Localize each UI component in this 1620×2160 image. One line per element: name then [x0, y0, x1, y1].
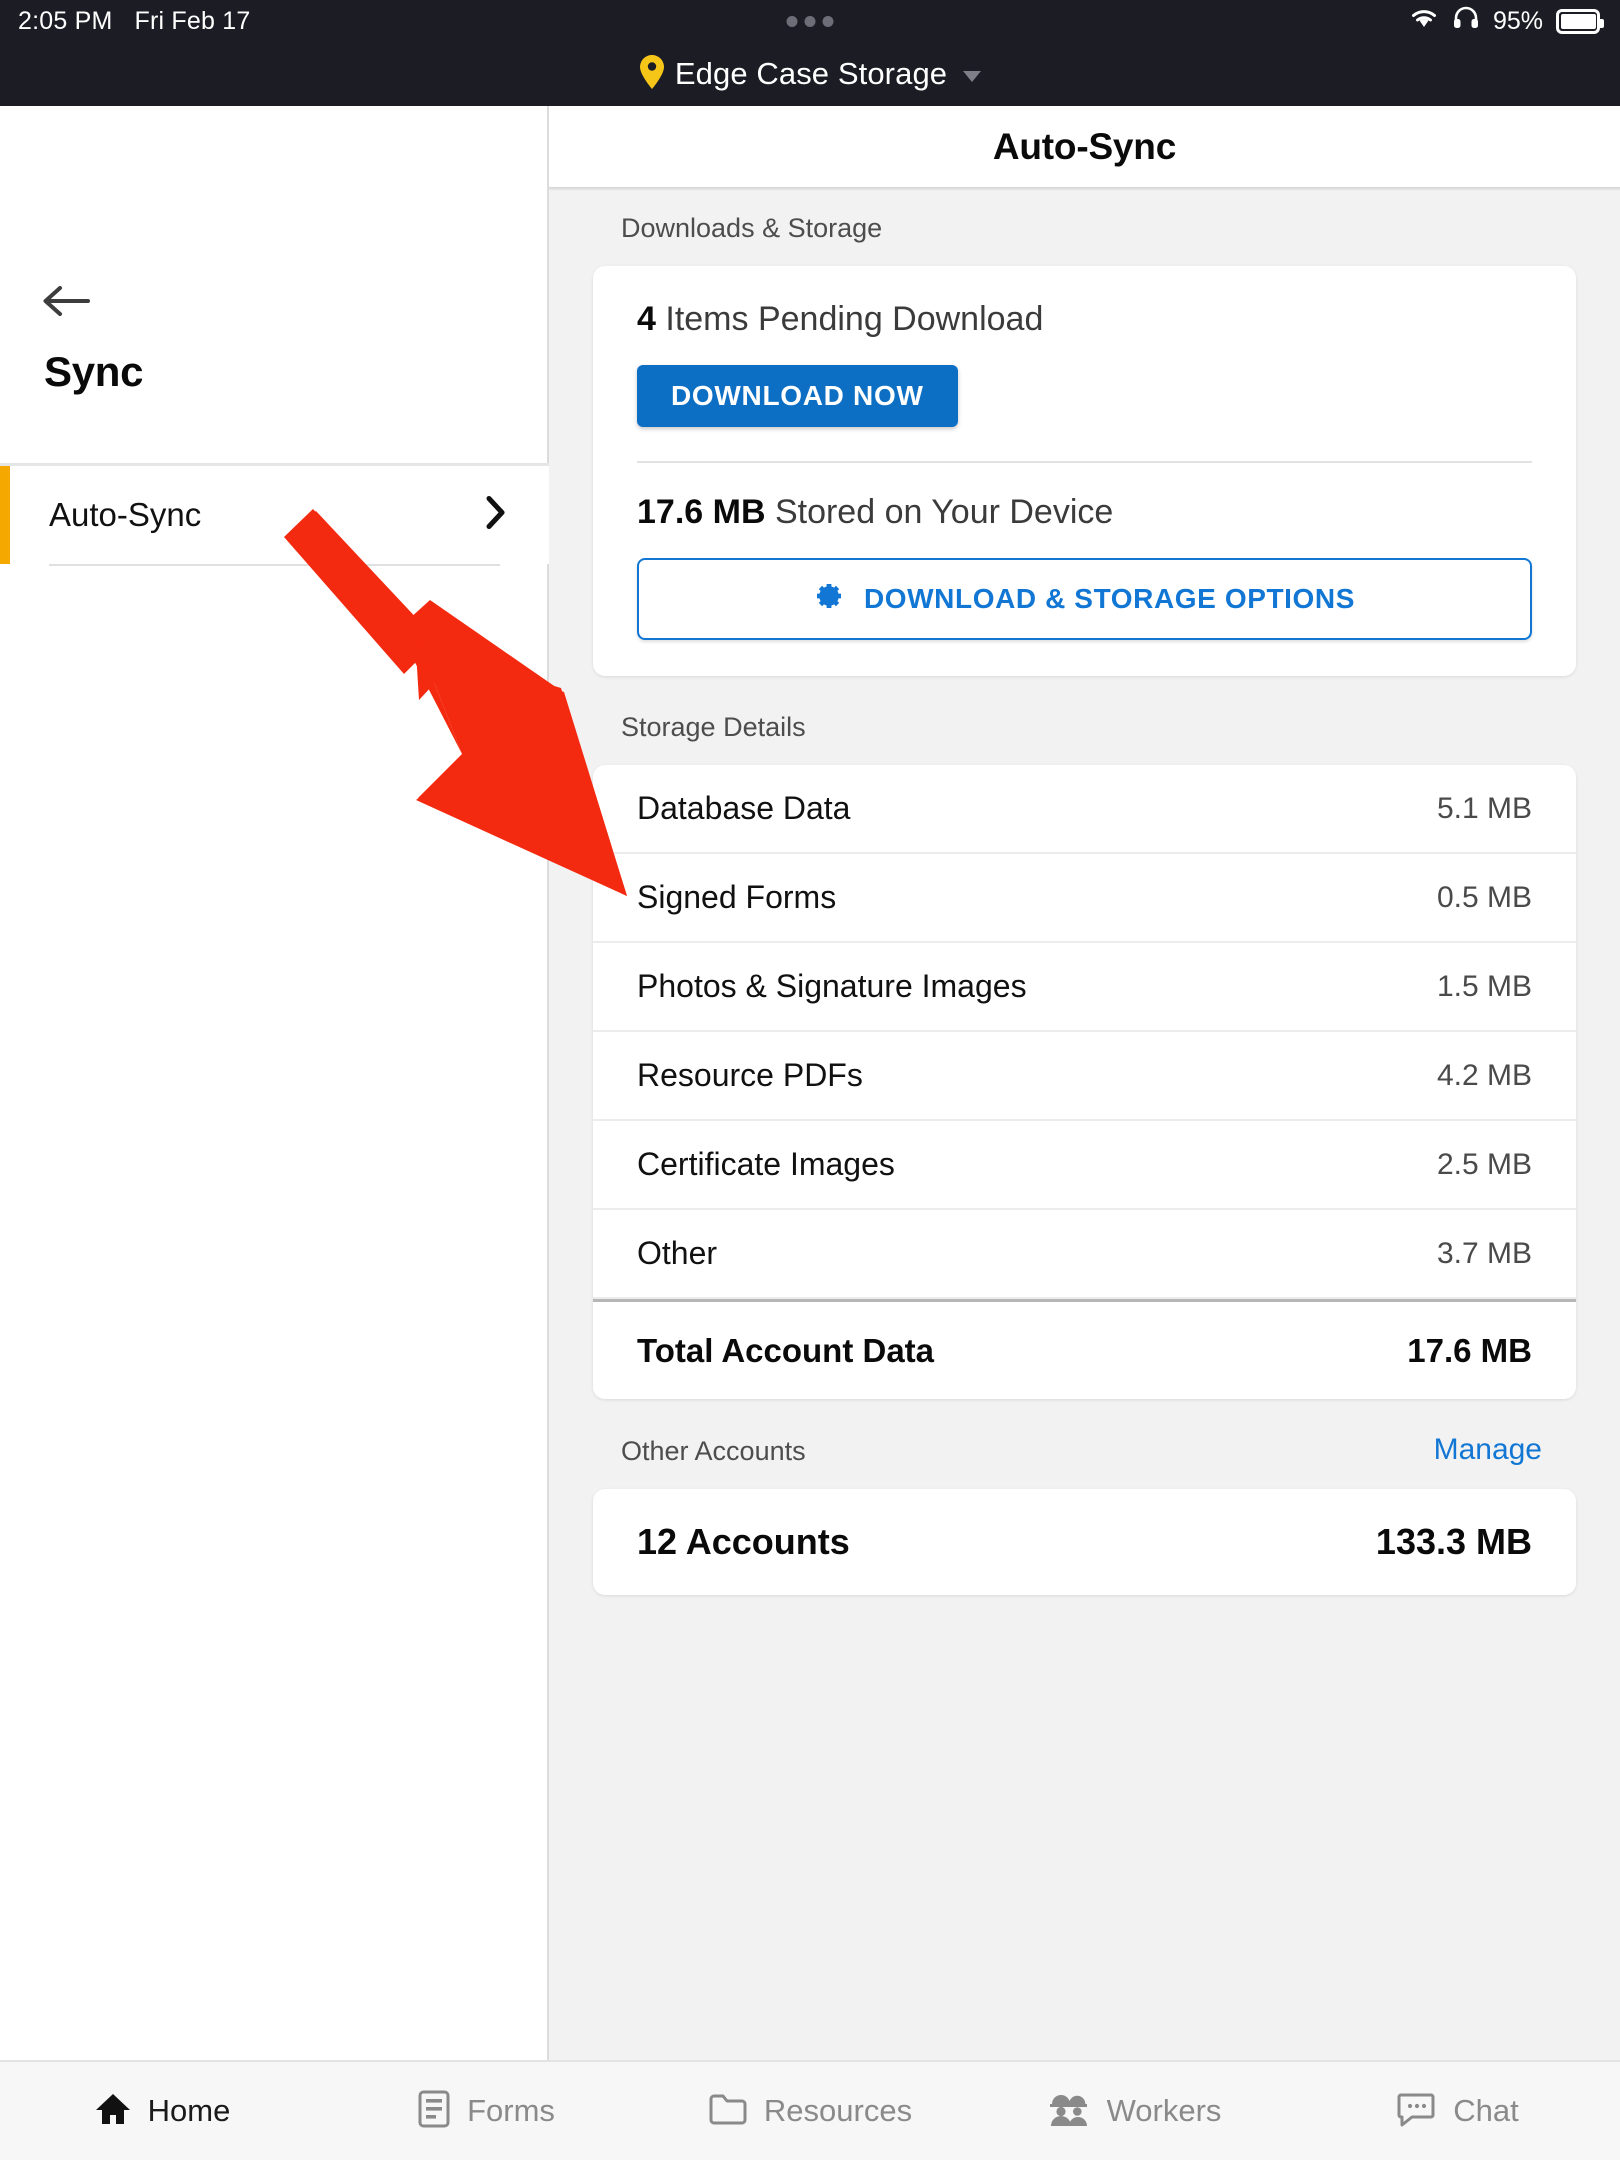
workspace-title: Edge Case Storage	[674, 56, 948, 91]
row-size: 3.7 MB	[1436, 1236, 1532, 1270]
row-name: Other	[637, 1235, 718, 1271]
table-row[interactable]: Database Data 5.1 MB	[593, 765, 1576, 854]
selected-accent-bar	[0, 466, 10, 564]
row-name: Certificate Images	[637, 1146, 895, 1182]
battery-percent: 95%	[1492, 6, 1543, 35]
sidebar: Sync Auto-Sync	[0, 106, 549, 2060]
nav-item-resources[interactable]: Resources	[648, 2062, 972, 2160]
nav-label: Forms	[467, 2093, 555, 2128]
pending-count: 4	[637, 300, 656, 338]
accounts-count: 12 Accounts	[637, 1521, 850, 1562]
table-row[interactable]: Signed Forms 0.5 MB	[593, 854, 1576, 943]
main-header: Auto-Sync	[549, 106, 1620, 191]
other-accounts-label: Other Accounts	[621, 1436, 806, 1466]
downloads-section-label: Downloads & Storage	[621, 213, 883, 243]
location-pin-icon	[639, 54, 665, 95]
handle-dot	[822, 15, 834, 27]
pending-download-line: 4 Items Pending Download	[637, 300, 1532, 339]
forms-icon	[417, 2090, 451, 2133]
multitask-handle-icon[interactable]	[786, 15, 834, 27]
home-icon	[94, 2090, 132, 2133]
nav-item-chat[interactable]: Chat	[1296, 2062, 1620, 2160]
handle-dot	[804, 15, 816, 27]
sidebar-item-underline	[49, 564, 500, 566]
download-now-button[interactable]: DOWNLOAD NOW	[637, 365, 958, 427]
status-bar-right: 95%	[1409, 5, 1604, 37]
stored-size: 17.6 MB	[637, 493, 766, 531]
total-label: Total Account Data	[637, 1331, 935, 1369]
status-date: Fri Feb 17	[134, 6, 251, 35]
chevron-right-icon	[485, 495, 507, 536]
status-bar-left: 2:05 PM Fri Feb 17	[18, 7, 250, 36]
table-row[interactable]: Photos & Signature Images 1.5 MB	[593, 943, 1576, 1032]
row-size: 4.2 MB	[1436, 1058, 1532, 1092]
folder-icon	[708, 2092, 748, 2131]
handle-dot	[786, 15, 798, 27]
nav-item-home[interactable]: Home	[0, 2062, 324, 2160]
page-title: Sync	[44, 348, 144, 395]
chat-icon	[1397, 2090, 1437, 2133]
chevron-down-icon[interactable]	[963, 70, 982, 82]
nav-label: Workers	[1106, 2093, 1222, 2128]
wifi-icon	[1409, 5, 1439, 37]
row-size: 1.5 MB	[1436, 969, 1532, 1003]
row-name: Resource PDFs	[637, 1057, 863, 1093]
row-name: Signed Forms	[637, 879, 837, 915]
stored-on-device-line: 17.6 MB Stored on Your Device	[637, 463, 1532, 532]
battery-icon	[1556, 8, 1604, 34]
sidebar-item-label: Auto-Sync	[49, 496, 202, 533]
storage-details-card: Database Data 5.1 MB Signed Forms 0.5 MB…	[593, 765, 1576, 1399]
download-storage-options-button[interactable]: DOWNLOAD & STORAGE OPTIONS	[637, 558, 1532, 640]
nav-item-forms[interactable]: Forms	[324, 2062, 648, 2160]
row-name: Database Data	[637, 790, 851, 826]
app-title-bar[interactable]: Edge Case Storage	[0, 42, 1620, 106]
row-size: 5.1 MB	[1436, 791, 1532, 825]
storage-options-label: DOWNLOAD & STORAGE OPTIONS	[863, 583, 1356, 614]
bottom-nav: Home Forms Resources Workers Chat	[0, 2060, 1620, 2160]
storage-details-label: Storage Details	[621, 712, 806, 742]
workers-icon	[1047, 2090, 1091, 2133]
table-row[interactable]: Resource PDFs 4.2 MB	[593, 1032, 1576, 1121]
back-arrow-icon[interactable]	[40, 281, 92, 321]
status-time: 2:05 PM	[18, 6, 113, 35]
pending-label: Items Pending Download	[665, 300, 1044, 338]
nav-label: Home	[147, 2093, 231, 2128]
total-size: 17.6 MB	[1407, 1331, 1532, 1369]
row-size: 2.5 MB	[1436, 1147, 1532, 1181]
scroll-region[interactable]: Downloads & Storage 4 Items Pending Down…	[549, 187, 1620, 2060]
content-area: Sync Auto-Sync Auto-Sync Downloads & Sto…	[0, 106, 1620, 2060]
main-pane: Auto-Sync Downloads & Storage 4 Items Pe…	[549, 106, 1620, 2060]
manage-link[interactable]: Manage	[1434, 1433, 1542, 1467]
accounts-size: 133.3 MB	[1375, 1521, 1532, 1562]
table-row[interactable]: Certificate Images 2.5 MB	[593, 1121, 1576, 1210]
row-name: Photos & Signature Images	[637, 968, 1027, 1004]
main-header-title: Auto-Sync	[992, 125, 1177, 167]
sidebar-item-auto-sync[interactable]: Auto-Sync	[0, 466, 549, 564]
nav-item-workers[interactable]: Workers	[972, 2062, 1296, 2160]
status-bar: 2:05 PM Fri Feb 17 95%	[0, 0, 1620, 42]
row-size: 0.5 MB	[1436, 880, 1532, 914]
other-accounts-header: Other Accounts Manage	[549, 1399, 1620, 1489]
headphones-icon	[1452, 5, 1480, 37]
gear-icon	[814, 581, 844, 618]
nav-label: Resources	[763, 2093, 913, 2128]
downloads-card: 4 Items Pending Download DOWNLOAD NOW 17…	[593, 266, 1576, 676]
table-row[interactable]: Other 3.7 MB	[593, 1210, 1576, 1299]
nav-label: Chat	[1453, 2093, 1519, 2128]
stored-label: Stored on Your Device	[774, 493, 1114, 531]
other-accounts-card[interactable]: 12 Accounts 133.3 MB	[593, 1489, 1576, 1595]
total-account-data-row: Total Account Data 17.6 MB	[593, 1299, 1576, 1399]
